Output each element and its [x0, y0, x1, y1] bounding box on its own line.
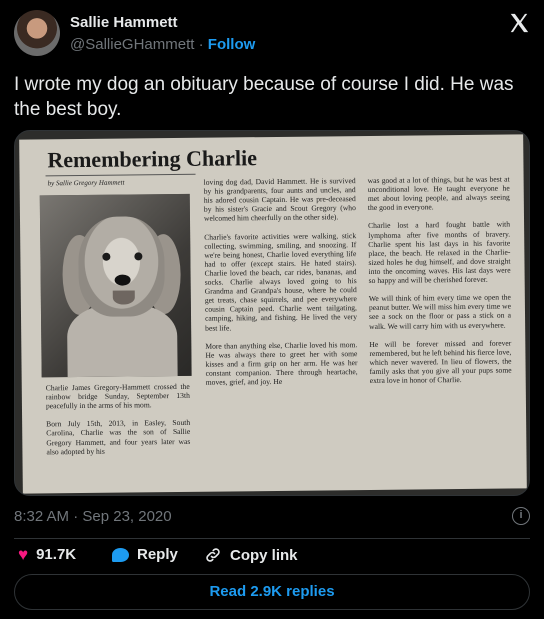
- tweet-text: I wrote my dog an obituary because of co…: [14, 74, 514, 120]
- tweet-timestamp[interactable]: 8:32 AM · Sep 23, 2020: [14, 508, 172, 525]
- author-handle-row: @SallieGHammett · Follow: [70, 36, 255, 53]
- follow-button[interactable]: Follow: [208, 36, 256, 53]
- tweet-header: Sallie Hammett @SallieGHammett · Follow: [14, 10, 530, 60]
- action-bar: ♥ 91.7K Reply Copy link: [14, 546, 530, 566]
- obituary-column-3: was good at a lot of things, but he was …: [367, 174, 512, 386]
- reply-bubble-icon: [112, 547, 129, 562]
- like-button[interactable]: ♥ 91.7K: [18, 546, 76, 563]
- reply-button[interactable]: Reply: [112, 546, 178, 563]
- copy-link-label: Copy link: [230, 546, 298, 564]
- read-replies-button[interactable]: Read 2.9K replies: [14, 574, 530, 610]
- title-rule: [45, 173, 196, 177]
- divider: [14, 538, 530, 539]
- copy-link-button[interactable]: Copy link: [204, 546, 298, 564]
- obituary-title: Remembering Charlie: [47, 145, 258, 173]
- obituary-column-2: loving dog dad, David Hammett. He is sur…: [203, 176, 358, 387]
- like-count: 91.7K: [36, 546, 77, 563]
- tweet-media-image[interactable]: Remembering Charlie by Sallie Gregory Ha…: [14, 130, 530, 496]
- avatar[interactable]: [14, 10, 60, 56]
- heart-icon: ♥: [18, 545, 29, 564]
- reply-label: Reply: [137, 546, 178, 563]
- obituary-byline: by Sallie Gregory Hammett: [47, 178, 125, 188]
- newspaper-clipping: Remembering Charlie by Sallie Gregory Ha…: [19, 134, 527, 494]
- handle-separator: ·: [198, 36, 204, 53]
- x-logo-icon[interactable]: [508, 12, 530, 34]
- obituary-column-1: Charlie James Gregory-Hammett crossed th…: [45, 381, 191, 457]
- link-icon: [206, 548, 220, 562]
- author-name[interactable]: Sallie Hammett: [70, 14, 178, 31]
- info-icon[interactable]: i: [512, 507, 530, 525]
- author-handle[interactable]: @SallieGHammett: [70, 36, 194, 53]
- dog-photo: [39, 193, 192, 378]
